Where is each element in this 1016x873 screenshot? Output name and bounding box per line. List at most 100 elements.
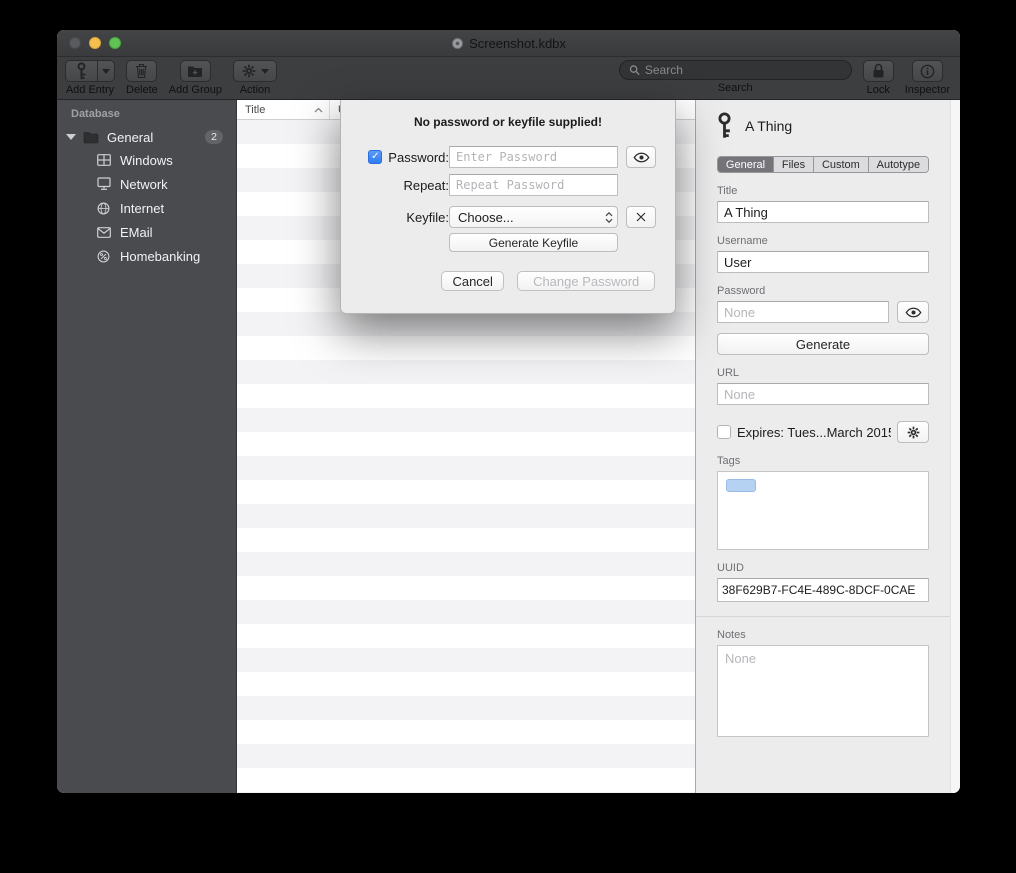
- close-button[interactable]: [69, 37, 81, 49]
- stepper-chevrons-icon: [605, 211, 613, 224]
- generate-keyfile-button[interactable]: Generate Keyfile: [449, 233, 618, 252]
- eye-icon: [633, 152, 650, 163]
- sidebar-item-internet[interactable]: Internet: [57, 196, 236, 220]
- password-field[interactable]: [717, 301, 889, 323]
- tab-custom[interactable]: Custom: [814, 157, 869, 172]
- add-entry-label: Add Entry: [66, 84, 114, 96]
- delete-button[interactable]: [126, 60, 157, 82]
- homebanking-icon: [97, 250, 110, 263]
- tag-chip[interactable]: [726, 479, 756, 492]
- sidebar-item-label: Windows: [120, 153, 173, 168]
- expires-settings-button[interactable]: [897, 421, 929, 443]
- repeat-row: Repeat:: [341, 174, 675, 196]
- add-entry-dropdown[interactable]: [98, 61, 114, 81]
- lock-button[interactable]: [863, 60, 894, 82]
- eye-icon: [905, 307, 922, 318]
- sidebar-item-label: General: [107, 130, 153, 145]
- reveal-password-button[interactable]: [626, 146, 656, 168]
- traffic-lights: [69, 37, 121, 49]
- add-entry-button[interactable]: [66, 61, 98, 81]
- add-group-button[interactable]: [180, 60, 211, 82]
- toolbar-item-add-entry: Add Entry: [65, 60, 115, 96]
- trash-icon: [135, 63, 148, 79]
- inspector-divider: [696, 616, 960, 617]
- sort-ascending-icon: [314, 107, 323, 113]
- keyfile-dropdown[interactable]: Choose...: [449, 206, 618, 228]
- notes-label: Notes: [717, 629, 929, 641]
- app-window: Screenshot.kdbx Add Entry: [57, 30, 960, 793]
- keyfile-selected-value: Choose...: [458, 210, 605, 225]
- uuid-field[interactable]: [717, 578, 929, 602]
- tab-files[interactable]: Files: [774, 157, 814, 172]
- url-field-label: URL: [717, 367, 929, 379]
- notes-field[interactable]: [717, 645, 929, 737]
- tags-box[interactable]: [717, 471, 929, 550]
- add-group-label: Add Group: [169, 84, 222, 96]
- tab-general[interactable]: General: [718, 157, 774, 172]
- document-icon: [451, 37, 464, 50]
- sheet-message: No password or keyfile supplied!: [341, 115, 675, 129]
- clear-keyfile-button[interactable]: [626, 206, 656, 228]
- internet-icon: [97, 202, 110, 215]
- inspector-panel: A Thing General Files Custom Autotype Ti…: [695, 100, 960, 793]
- sidebar-item-general[interactable]: General 2: [57, 126, 236, 148]
- repeat-input[interactable]: [449, 174, 618, 196]
- title-field[interactable]: [717, 201, 929, 223]
- repeat-label: Repeat:: [403, 178, 449, 193]
- password-checkbox[interactable]: ✓: [368, 150, 382, 164]
- generate-password-button[interactable]: Generate: [717, 333, 929, 355]
- minimize-button[interactable]: [89, 37, 101, 49]
- email-icon: [97, 227, 111, 238]
- gear-icon: [907, 426, 920, 439]
- sidebar-item-label: EMail: [120, 225, 153, 240]
- zoom-button[interactable]: [109, 37, 121, 49]
- toolbar-item-add-group: Add Group: [169, 60, 222, 96]
- sidebar-item-windows[interactable]: Windows: [57, 148, 236, 172]
- toolbar-item-action: Action: [233, 60, 277, 96]
- titlebar[interactable]: Screenshot.kdbx: [57, 30, 960, 57]
- title-field-label: Title: [717, 185, 929, 197]
- toolbar-item-lock: Lock: [863, 60, 894, 96]
- title-area: Screenshot.kdbx: [57, 30, 960, 56]
- url-field[interactable]: [717, 383, 929, 405]
- toolbar-item-inspector: Inspector: [905, 60, 950, 96]
- expires-row: Expires: Tues...March 2015: [717, 421, 929, 443]
- username-field[interactable]: [717, 251, 929, 273]
- toolbar-item-search: Search: [619, 60, 852, 94]
- reveal-password-button[interactable]: [897, 301, 929, 323]
- expires-label: Expires: Tues...March 2015: [737, 425, 891, 440]
- search-field[interactable]: [619, 60, 852, 80]
- keyfile-row: Keyfile: Choose...: [341, 206, 675, 228]
- action-button[interactable]: [233, 60, 277, 82]
- close-icon: [635, 211, 647, 223]
- column-header-title[interactable]: Title: [237, 100, 330, 119]
- cancel-button[interactable]: Cancel: [441, 271, 504, 291]
- folder-plus-icon: [187, 65, 203, 78]
- sidebar-item-network[interactable]: Network: [57, 172, 236, 196]
- password-row: ✓ Password:: [341, 146, 675, 168]
- toolbar-item-delete: Delete: [126, 60, 158, 96]
- sidebar-item-homebanking[interactable]: Homebanking: [57, 244, 236, 268]
- action-label: Action: [240, 84, 271, 96]
- sidebar: Database General 2: [57, 100, 237, 793]
- desktop: Screenshot.kdbx Add Entry: [0, 0, 1016, 873]
- change-password-button[interactable]: Change Password: [517, 271, 655, 291]
- inspector-button[interactable]: [912, 60, 943, 82]
- keyfile-label: Keyfile:: [406, 210, 449, 225]
- chevron-down-icon: [261, 69, 269, 74]
- disclosure-triangle-icon[interactable]: [66, 134, 76, 140]
- inspector-tabs: General Files Custom Autotype: [717, 156, 929, 173]
- inspector-scrollbar[interactable]: [950, 100, 960, 793]
- search-input[interactable]: [645, 63, 842, 77]
- sidebar-section-database: Database: [57, 108, 236, 126]
- tab-autotype[interactable]: Autotype: [869, 157, 928, 172]
- key-icon: [76, 62, 87, 81]
- password-field-label: Password: [717, 285, 929, 297]
- inspector-label: Inspector: [905, 84, 950, 96]
- sidebar-item-label: Internet: [120, 201, 164, 216]
- username-field-label: Username: [717, 235, 929, 247]
- sidebar-item-email[interactable]: EMail: [57, 220, 236, 244]
- expires-checkbox[interactable]: [717, 425, 731, 439]
- password-input[interactable]: [449, 146, 618, 168]
- chevron-down-icon: [102, 69, 110, 74]
